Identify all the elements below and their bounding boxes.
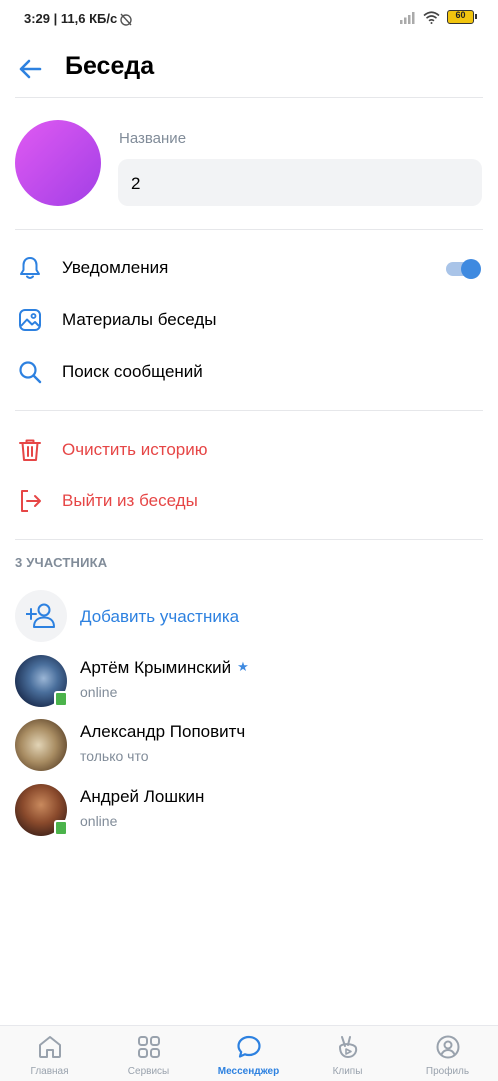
page-title: Беседа: [65, 52, 155, 80]
divider: [15, 410, 483, 411]
member-status: online: [80, 684, 118, 700]
member-row[interactable]: Артём Крыминский ★ online: [0, 655, 498, 715]
member-row[interactable]: Александр Поповитч только что: [0, 719, 498, 779]
divider: [15, 97, 483, 98]
member-status: online: [80, 813, 118, 829]
search-messages-label: Поиск сообщений: [62, 362, 203, 381]
notifications-label: Уведомления: [62, 258, 169, 277]
leave-chat-label: Выйти из беседы: [62, 491, 198, 510]
signal-icon: [400, 11, 415, 24]
materials-row[interactable]: Материалы беседы: [0, 296, 498, 344]
members-count-header: 3 УЧАСТНИКА: [15, 555, 108, 570]
bell-icon: [20, 257, 40, 279]
app-header: Беседа: [0, 38, 498, 98]
status-bar: 3:29 | 11,6 КБ/с 60: [0, 0, 498, 38]
tab-label: Профиль: [425, 1066, 470, 1077]
add-member-avatar: [15, 590, 67, 642]
alarm-off-icon: [120, 13, 132, 26]
notifications-toggle[interactable]: [446, 259, 481, 279]
chat-name-label: Название: [119, 130, 187, 147]
logout-icon: [21, 490, 41, 512]
tab-home[interactable]: Главная: [0, 1026, 99, 1081]
toggle-knob: [461, 259, 481, 279]
tab-services[interactable]: Сервисы: [99, 1026, 198, 1081]
materials-label: Материалы беседы: [62, 310, 217, 329]
online-indicator: [54, 691, 68, 707]
divider: [15, 539, 483, 540]
leave-chat-row[interactable]: Выйти из беседы: [0, 477, 498, 525]
member-status: только что: [80, 748, 149, 764]
battery-icon: 60: [447, 10, 477, 24]
clear-history-row[interactable]: Очистить историю: [0, 426, 498, 474]
search-icon: [19, 361, 42, 384]
notifications-row[interactable]: Уведомления: [0, 244, 498, 292]
clear-history-label: Очистить историю: [62, 440, 208, 459]
wifi-icon: [423, 10, 440, 24]
services-icon: [138, 1036, 160, 1058]
divider: [15, 229, 483, 230]
home-icon: [39, 1036, 61, 1058]
tab-messenger[interactable]: Мессенджер: [199, 1026, 298, 1081]
tab-profile[interactable]: Профиль: [398, 1026, 497, 1081]
online-indicator: [54, 820, 68, 836]
battery-level: 60: [455, 10, 466, 20]
add-member-button[interactable]: Добавить участника: [0, 590, 498, 644]
member-name: Артём Крыминский ★: [80, 658, 249, 677]
chat-name-input[interactable]: 2: [118, 159, 482, 206]
status-time: 3:29 | 11,6 КБ/с: [24, 11, 118, 26]
clips-icon: [339, 1036, 358, 1058]
trash-icon: [19, 439, 41, 461]
verified-star-icon: ★: [237, 659, 249, 674]
add-member-label: Добавить участника: [80, 607, 240, 626]
messenger-icon: [237, 1035, 261, 1058]
profile-icon: [436, 1035, 460, 1059]
member-row[interactable]: Андрей Лошкин online: [0, 784, 498, 844]
member-avatar: [15, 719, 67, 771]
tab-label: Мессенджер: [217, 1066, 280, 1077]
chat-avatar[interactable]: [15, 120, 101, 206]
back-arrow-icon[interactable]: [14, 53, 46, 85]
image-icon: [19, 309, 41, 331]
tab-label: Главная: [30, 1066, 69, 1077]
member-name: Андрей Лошкин: [80, 787, 205, 806]
member-name: Александр Поповитч: [80, 722, 246, 741]
tab-label: Клипы: [332, 1066, 363, 1077]
add-user-icon: [26, 603, 55, 628]
tab-clips[interactable]: Клипы: [298, 1026, 397, 1081]
bottom-tab-bar: Главная Сервисы Мессенджер Клипы Профиль: [0, 1025, 498, 1081]
tab-label: Сервисы: [127, 1066, 170, 1077]
search-messages-row[interactable]: Поиск сообщений: [0, 348, 498, 396]
